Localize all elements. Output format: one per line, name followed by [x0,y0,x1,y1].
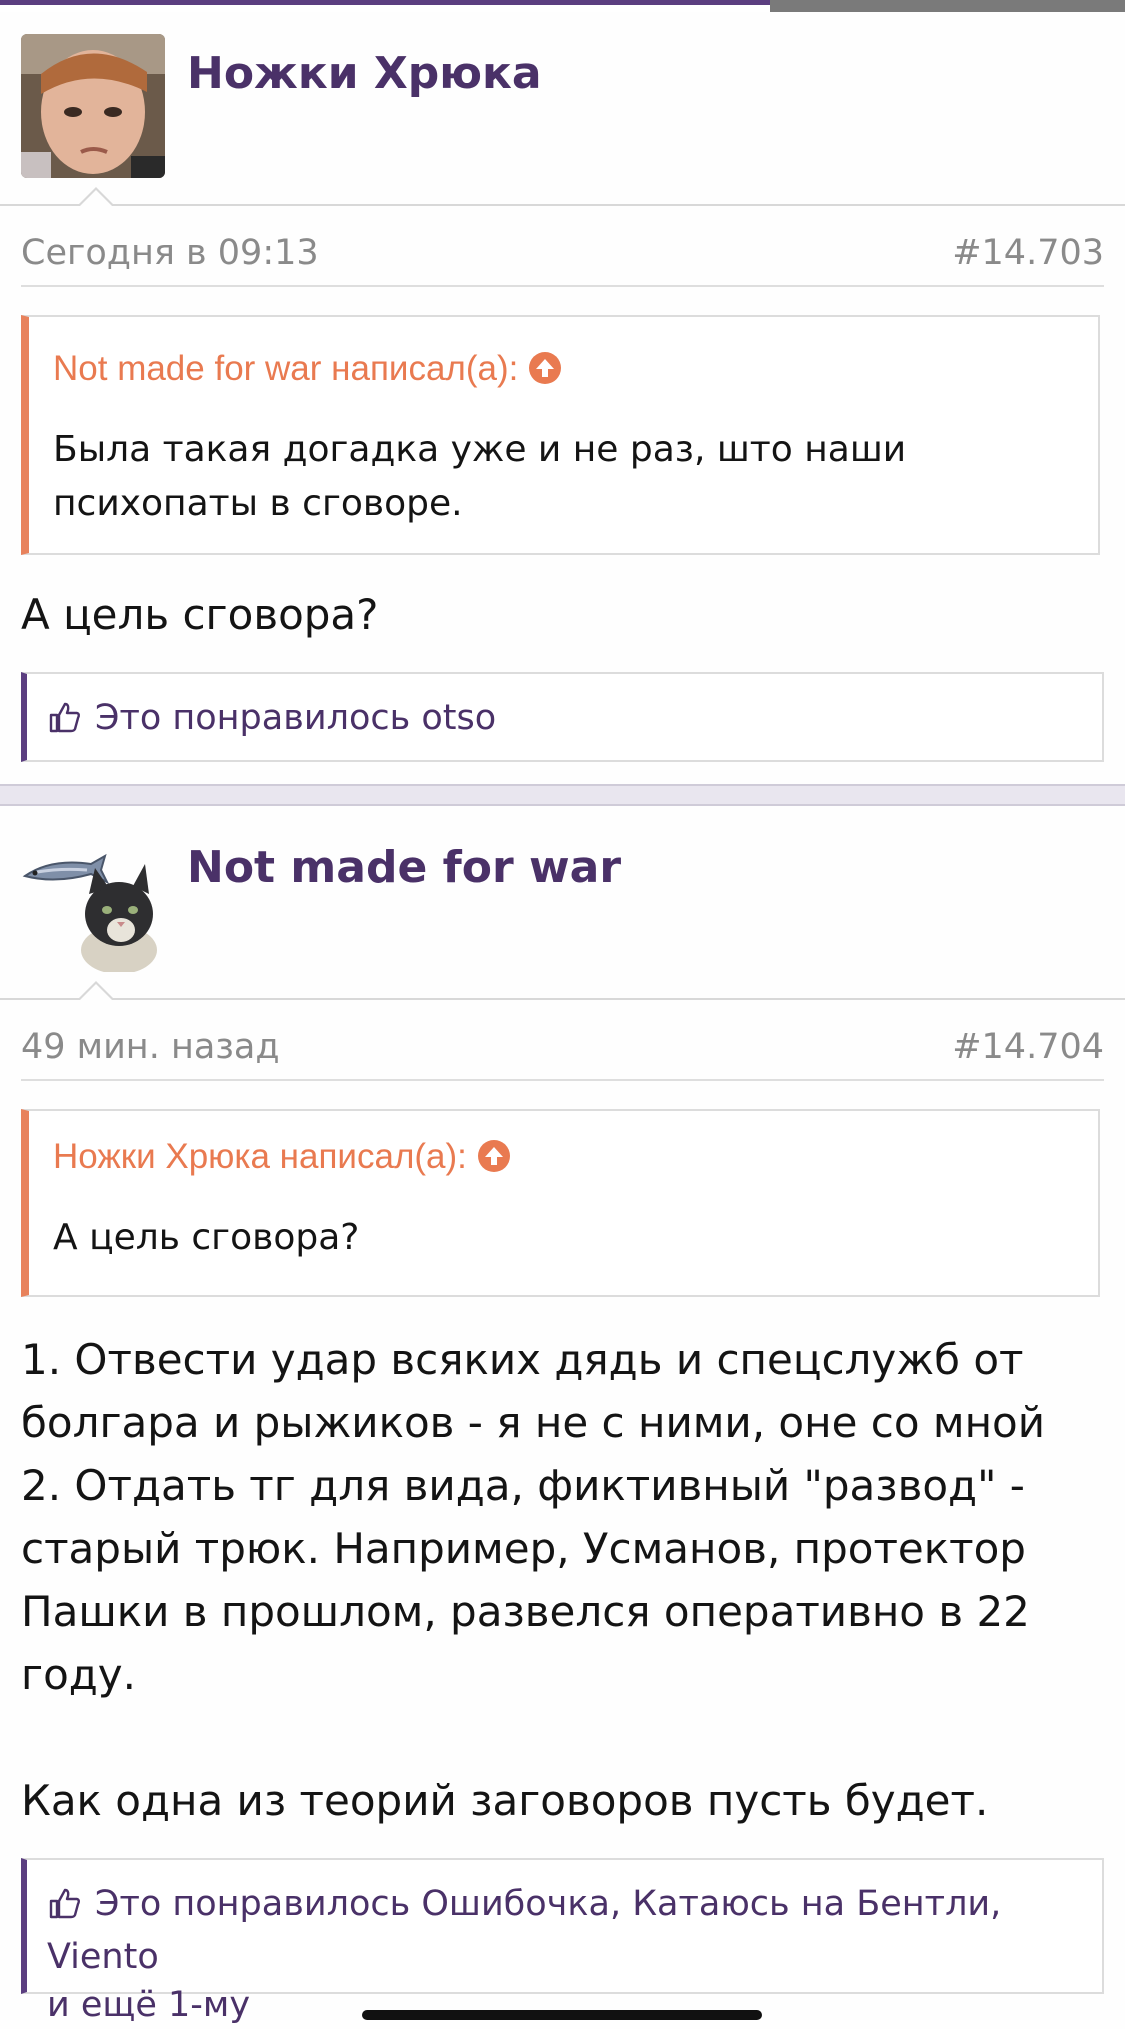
quote-text: Была такая догадка уже и не раз, што наш… [53,429,907,524]
body-line: старый трюк. Например, Усманов, протекто… [21,1524,1026,1573]
body-line: Пашки в прошлом, развелся оперативно в 2… [21,1587,1030,1636]
likes-label: Это понравилось Ошибочка, Катаюсь на Бен… [47,1884,1002,1977]
post-14704: Not made for war 49 мин. назад #14.704 Н… [0,806,1125,2025]
post-header: Not made for war [0,806,1125,1000]
likes-text-line[interactable]: Это понравилось Ошибочка, Катаюсь на Бен… [47,1880,1082,2029]
body-line: болгара и рыжиков - я не с ними, оне со … [21,1398,1046,1447]
post-body-text: А цель сговора? [21,590,379,639]
quote-header-link[interactable]: Not made for war написал(а): [53,349,562,394]
likes-label: Это понравилось otso [95,698,497,738]
avatar-cat-fish-icon[interactable] [21,828,165,972]
quote-block: Ножки Хрюка написал(а): А цель сговора? [21,1109,1100,1297]
top-progress-bar [0,0,1125,12]
quote-author-label: Ножки Хрюка написал(а): [53,1137,467,1176]
post-author-name[interactable]: Ножки Хрюка [187,48,542,99]
post-separator [0,784,1125,806]
arrow-up-circle-icon[interactable] [477,1139,511,1182]
post-header: Ножки Хрюка [0,12,1125,206]
body-line-blank [21,1706,1111,1769]
quote-header-link[interactable]: Ножки Хрюка написал(а): [53,1137,511,1182]
quote-block: Not made for war написал(а): Была такая … [21,315,1100,555]
post-meta: 49 мин. назад #14.704 [21,1005,1104,1081]
likes-summary: Это понравилось Ошибочка, Катаюсь на Бен… [21,1858,1104,2025]
avatar-photo-child-icon[interactable] [21,34,165,178]
arrow-up-circle-icon[interactable] [528,351,562,394]
post-number-link[interactable]: #14.703 [952,233,1104,273]
post-author-name[interactable]: Not made for war [187,842,621,893]
body-line: 1. Отвести удар всяких дядь и спецслужб … [21,1335,1024,1384]
header-divider [0,998,1125,1000]
header-pointer [78,981,114,1000]
post-body-text: 1. Отвести удар всяких дядь и спецслужб … [21,1328,1111,1832]
top-scroll-indicator [770,0,1125,12]
post-number-link[interactable]: #14.704 [952,1027,1104,1067]
quote-author-label: Not made for war написал(а): [53,349,519,388]
home-indicator[interactable] [362,2010,762,2020]
post-date: Сегодня в 09:13 [21,233,319,273]
likes-summary: Это понравилось otso [21,672,1104,762]
thumbs-up-icon[interactable] [47,1885,81,1933]
post-14703: Ножки Хрюка Сегодня в 09:13 #14.703 Not … [0,12,1125,762]
body-line: 2. Отдать тг для вида, фиктивный "развод… [21,1461,1025,1510]
header-pointer [78,187,114,206]
body-line: Как одна из теорий заговоров пусть будет… [21,1776,989,1825]
likes-text-line[interactable]: Это понравилось otso [47,694,1082,747]
post-date: 49 мин. назад [21,1027,280,1067]
thumbs-up-icon[interactable] [47,699,81,747]
header-divider [0,204,1125,206]
body-line: году. [21,1650,137,1699]
post-meta: Сегодня в 09:13 #14.703 [21,211,1104,287]
quote-text: А цель сговора? [53,1217,360,1258]
likes-label-continued: и ещё 1-му [47,1985,251,2025]
